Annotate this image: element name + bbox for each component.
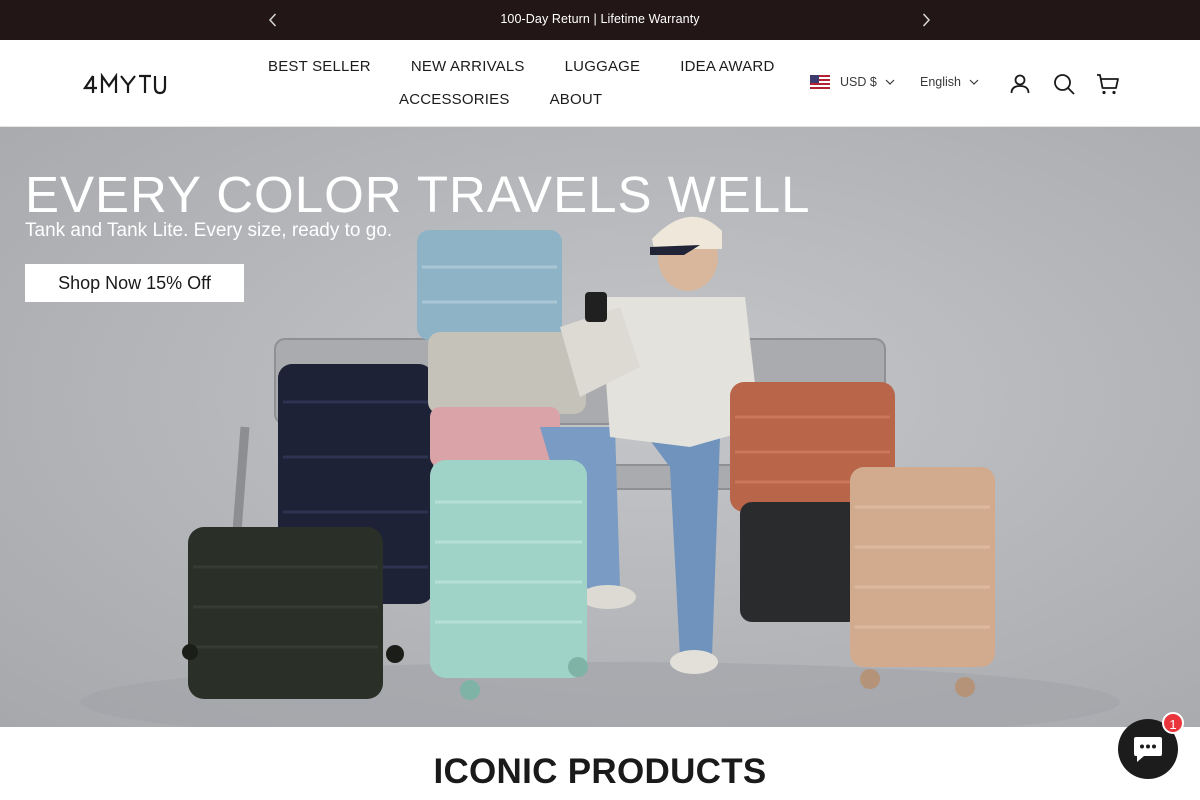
nav-accessories[interactable]: ACCESSORIES (399, 91, 510, 108)
nav-new-arrivals[interactable]: NEW ARRIVALS (411, 58, 525, 75)
iconic-products-heading: ICONIC PRODUCTS (433, 752, 767, 791)
chevron-down-icon (969, 79, 979, 85)
chat-unread-badge: 1 (1162, 712, 1184, 734)
announcement-text[interactable]: 100-Day Return | Lifetime Warranty (0, 12, 1200, 26)
currency-selector[interactable]: USD $ (810, 75, 895, 89)
currency-label: USD $ (840, 75, 877, 89)
nav-idea-award[interactable]: IDEA AWARD (680, 58, 774, 75)
shop-now-button[interactable]: Shop Now 15% Off (25, 264, 244, 302)
announcement-bar: 100-Day Return | Lifetime Warranty (0, 0, 1200, 40)
cart-icon[interactable] (1096, 72, 1120, 96)
nav-luggage[interactable]: LUGGAGE (565, 58, 641, 75)
main-nav-row1: BEST SELLER NEW ARRIVALS LUGGAGE IDEA AW… (268, 58, 814, 75)
search-icon[interactable] (1052, 72, 1076, 96)
us-flag-icon (810, 75, 830, 89)
chat-bubble-icon (1134, 737, 1162, 762)
brand-logo[interactable] (82, 72, 167, 95)
site-header: BEST SELLER NEW ARRIVALS LUGGAGE IDEA AW… (0, 40, 1200, 127)
language-label: English (920, 75, 961, 89)
chevron-down-icon (885, 79, 895, 85)
language-selector[interactable]: English (920, 75, 979, 89)
announcement-next-chevron-right-icon[interactable] (916, 10, 936, 30)
account-icon[interactable] (1008, 72, 1032, 96)
nav-about[interactable]: ABOUT (550, 91, 603, 108)
hero-subtitle: Tank and Tank Lite. Every size, ready to… (25, 220, 393, 241)
nav-best-seller[interactable]: BEST SELLER (268, 58, 371, 75)
hero-title: EVERY COLOR TRAVELS WELL (25, 166, 811, 223)
hero-banner: EVERY COLOR TRAVELS WELL Tank and Tank L… (0, 127, 1200, 727)
main-nav-row2: ACCESSORIES ABOUT (399, 91, 642, 108)
